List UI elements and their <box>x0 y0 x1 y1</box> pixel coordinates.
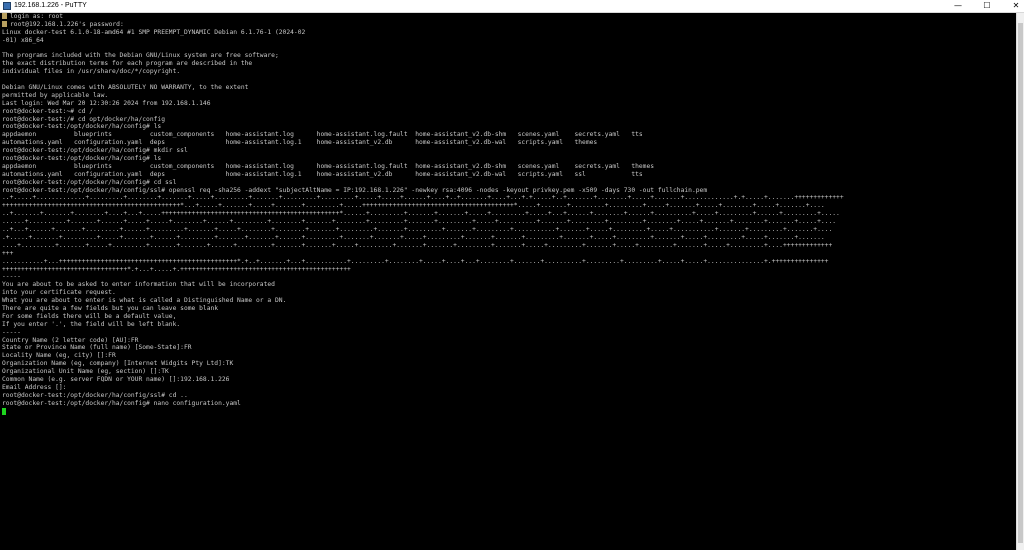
terminal-line: ----- <box>2 273 21 281</box>
terminal-cursor <box>2 407 6 415</box>
terminal-line: If you enter '.', the field will be left… <box>2 320 181 328</box>
terminal-line: individual files in /usr/share/doc/*/cop… <box>2 68 181 76</box>
terminal-prompt-line[interactable] <box>2 407 844 416</box>
close-button[interactable]: ✕ <box>1004 0 1024 12</box>
terminal-line: the exact distribution terms for each pr… <box>2 60 253 68</box>
terminal-line: +++ <box>2 249 14 257</box>
terminal-line: Organizational Unit Name (eg, section) [… <box>2 368 169 376</box>
terminal-line: Common Name (e.g. server FQDN or YOUR na… <box>2 375 230 383</box>
terminal-line: automations.yaml configuration.yaml deps… <box>2 139 598 147</box>
terminal-line: root@docker-test:/opt/docker/ha/config/s… <box>2 186 708 194</box>
terminal-line: root@docker-test:/opt/docker/ha/config/s… <box>2 391 188 399</box>
terminal-line: ....+.........+.......+.....+.........+.… <box>2 241 833 249</box>
putty-icon <box>3 2 11 10</box>
vertical-scrollbar[interactable] <box>1016 13 1024 550</box>
terminal-line: Email Address []: <box>2 383 67 391</box>
terminal-line: ..+...+......+.......+.........+......+.… <box>2 226 833 234</box>
terminal-line: root@docker-test:~# cd / <box>2 107 93 115</box>
terminal-line: Locality Name (eg, city) []:FR <box>2 352 116 360</box>
terminal-line: root@192.168.1.226's password: <box>2 21 844 29</box>
terminal-line: root@docker-test:/opt/docker/ha/config# … <box>2 178 177 186</box>
terminal-line: ......+..........+.......+......+.....+.… <box>2 218 837 226</box>
title-bar[interactable]: 192.168.1.226 - PuTTY — ☐ ✕ <box>0 0 1024 13</box>
terminal-line: Last login: Wed Mar 20 12:30:26 2024 fro… <box>2 99 211 107</box>
terminal-line: login as: root <box>2 13 844 21</box>
terminal-output: login as: root root@192.168.1.226's pass… <box>2 13 844 415</box>
terminal-line: into your certificate request. <box>2 289 116 297</box>
terminal-line: root@docker-test:/opt/docker/ha/config# … <box>2 399 241 407</box>
terminal-line: What you are about to enter is what is c… <box>2 297 287 305</box>
terminal-line: ----- <box>2 328 21 336</box>
terminal-line: Linux docker-test 6.1.0-18-amd64 #1 SMP … <box>2 28 306 36</box>
putty-window: 192.168.1.226 - PuTTY — ☐ ✕ login as: ro… <box>0 0 1024 550</box>
terminal-line: ..+.......+.......+........+....+...+...… <box>2 210 840 218</box>
terminal-line: appdaemon blueprints custom_components h… <box>2 162 655 170</box>
terminal-line: root@docker-test:/# cd opt/docker/ha/con… <box>2 115 166 123</box>
terminal-line: .+.....+.......+.........+.....+.......+… <box>2 233 825 241</box>
minimize-button[interactable]: — <box>946 0 970 12</box>
terminal-screen[interactable]: login as: root root@192.168.1.226's pass… <box>0 13 1016 550</box>
terminal-line: -01) x86_64 <box>2 36 44 44</box>
terminal-line: Organization Name (eg, company) [Interne… <box>2 360 234 368</box>
terminal-line: State or Province Name (full name) [Some… <box>2 344 192 352</box>
terminal-line: You are about to be asked to enter infor… <box>2 281 275 289</box>
terminal-line: root@docker-test:/opt/docker/ha/config# … <box>2 147 188 155</box>
terminal-line: ..+.....+.............+.........+.......… <box>2 194 844 202</box>
terminal-line: +++++++++++++++++++++++++++++++++*.+...+… <box>2 265 351 273</box>
terminal-line: There are quite a few fields but you can… <box>2 304 219 312</box>
terminal-line: appdaemon blueprints custom_components h… <box>2 131 643 139</box>
terminal-line: Country Name (2 letter code) [AU]:FR <box>2 336 139 344</box>
terminal-line: ...........+...+++++++++++++++++++++++++… <box>2 257 829 265</box>
terminal-line: root@docker-test:/opt/docker/ha/config# … <box>2 155 162 163</box>
terminal-line: permitted by applicable law. <box>2 91 109 99</box>
maximize-button[interactable]: ☐ <box>975 0 999 12</box>
window-title: 192.168.1.226 - PuTTY <box>14 2 87 9</box>
terminal-line: ++++++++++++++++++++++++++++++++++++++++… <box>2 202 825 210</box>
terminal-line: Debian GNU/Linux comes with ABSOLUTELY N… <box>2 84 249 92</box>
scrollbar-thumb[interactable] <box>1018 23 1023 543</box>
terminal-line: The programs included with the Debian GN… <box>2 52 279 60</box>
terminal-line: For some fields there will be a default … <box>2 312 177 320</box>
terminal-line: root@docker-test:/opt/docker/ha/config# … <box>2 123 162 131</box>
terminal-line: automations.yaml configuration.yaml deps… <box>2 170 643 178</box>
